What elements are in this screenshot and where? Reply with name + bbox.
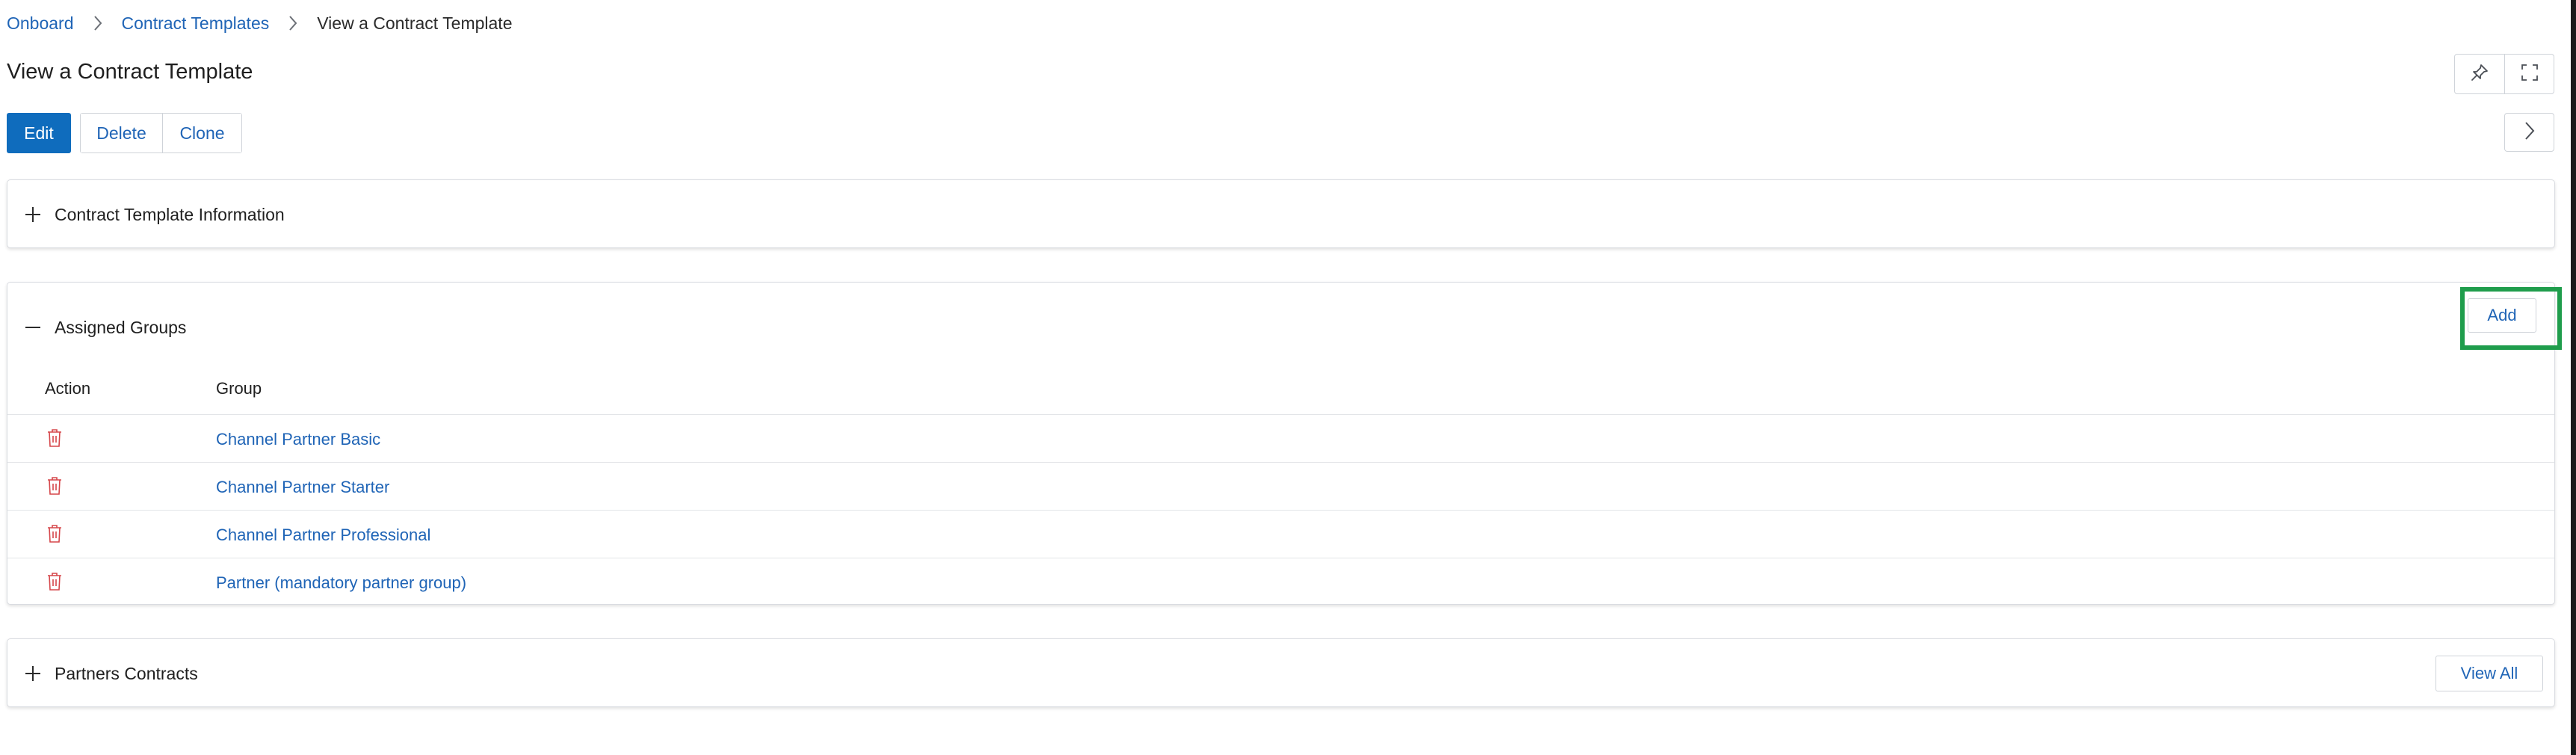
contract-template-information-panel: Contract Template Information: [7, 179, 2555, 248]
fullscreen-button[interactable]: [2504, 55, 2554, 93]
view-options-group: [2454, 54, 2554, 94]
panel-header[interactable]: Contract Template Information: [7, 180, 2554, 249]
edit-button[interactable]: Edit: [7, 113, 71, 153]
action-button-group: Delete Clone: [80, 113, 242, 153]
minus-icon[interactable]: [22, 317, 43, 338]
breadcrumb-onboard[interactable]: Onboard: [7, 13, 74, 34]
clone-button[interactable]: Clone: [163, 114, 241, 152]
trash-icon[interactable]: [44, 570, 65, 593]
table-row: Channel Partner Professional: [7, 511, 2554, 558]
column-header-action: Action: [45, 379, 91, 398]
table-row: Partner (mandatory partner group): [7, 558, 2554, 606]
panel-title: Partners Contracts: [55, 664, 198, 683]
table-row: Channel Partner Starter: [7, 463, 2554, 511]
table-row: Channel Partner Basic: [7, 415, 2554, 463]
panel-title: Contract Template Information: [55, 205, 285, 224]
trash-icon[interactable]: [44, 427, 65, 449]
chevron-right-icon: [269, 15, 317, 31]
partners-contracts-panel: Partners Contracts View All: [7, 638, 2555, 707]
trash-icon[interactable]: [44, 523, 65, 545]
fullscreen-icon: [2520, 63, 2539, 86]
trash-icon[interactable]: [44, 475, 65, 497]
panel-header[interactable]: Partners Contracts View All: [7, 639, 2554, 708]
breadcrumb-contract-templates[interactable]: Contract Templates: [122, 13, 270, 34]
chevron-right-icon: [2524, 121, 2536, 144]
pin-button[interactable]: [2455, 55, 2504, 93]
page-title: View a Contract Template: [7, 60, 253, 84]
plus-icon[interactable]: [22, 663, 43, 684]
pin-icon: [2470, 63, 2489, 86]
window-edge: [2571, 0, 2576, 755]
panel-header[interactable]: Assigned Groups: [7, 283, 2554, 363]
view-all-button[interactable]: View All: [2436, 656, 2543, 691]
column-header-group: Group: [216, 379, 262, 398]
group-link[interactable]: Channel Partner Starter: [216, 478, 389, 497]
assigned-groups-panel: Assigned Groups Action Group Channel Par…: [7, 282, 2555, 605]
plus-icon[interactable]: [22, 204, 43, 225]
group-link[interactable]: Partner (mandatory partner group): [216, 573, 466, 593]
table-header: Action Group: [7, 363, 2554, 415]
delete-button[interactable]: Delete: [81, 114, 163, 152]
breadcrumb-current: View a Contract Template: [317, 13, 513, 33]
add-group-button[interactable]: Add: [2468, 298, 2536, 333]
group-link[interactable]: Channel Partner Professional: [216, 526, 430, 545]
breadcrumb: Onboard Contract Templates View a Contra…: [7, 10, 512, 36]
side-panel-toggle-button[interactable]: [2504, 113, 2554, 152]
group-link[interactable]: Channel Partner Basic: [216, 430, 380, 449]
chevron-right-icon: [74, 15, 122, 31]
panel-title: Assigned Groups: [55, 318, 187, 337]
